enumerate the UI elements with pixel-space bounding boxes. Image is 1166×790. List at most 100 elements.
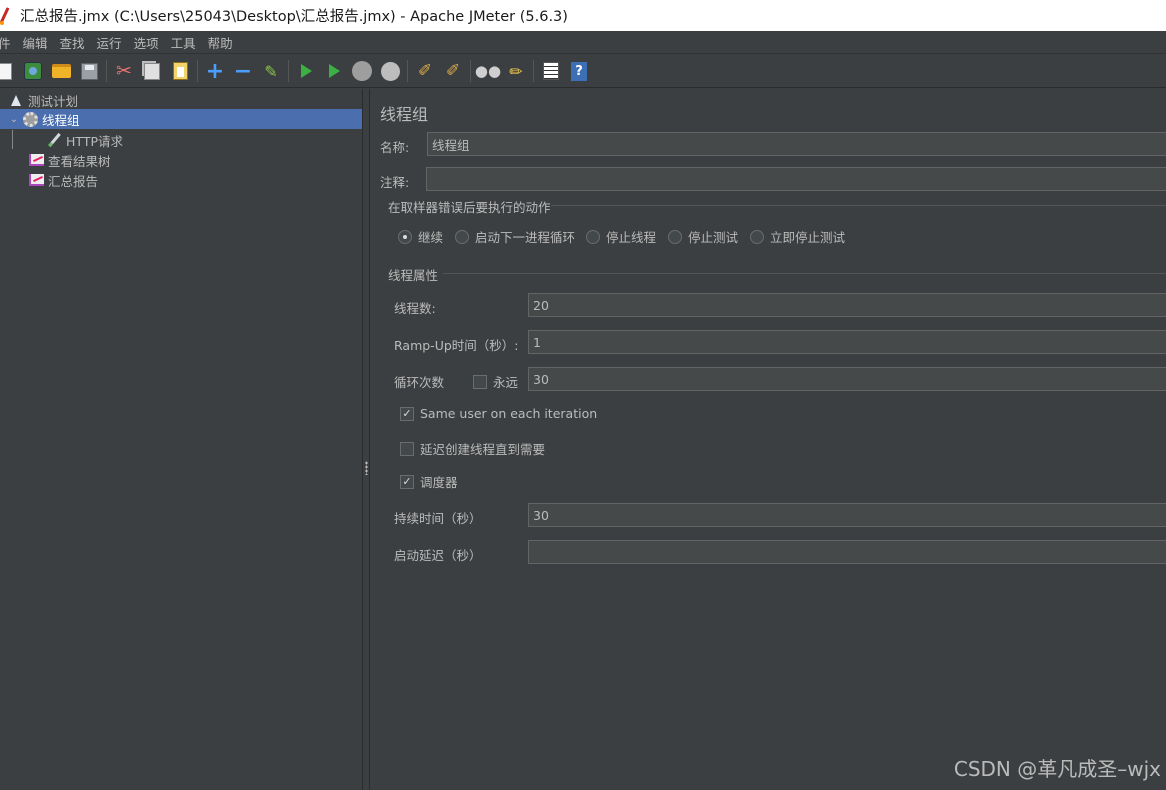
function-helper-icon[interactable] (540, 60, 562, 82)
templates-icon[interactable] (22, 60, 44, 82)
radio-label: 继续 (418, 230, 444, 245)
expand-icon[interactable]: + (204, 59, 226, 84)
test-plan-tree: 测试计划 ⌄ 线程组 HTTP请求 查看结果树 汇总报告 (0, 89, 362, 790)
startup-delay-input[interactable] (528, 540, 1166, 564)
toolbar-separator (106, 60, 107, 82)
toolbar-separator (470, 60, 471, 82)
group-border (443, 273, 1166, 274)
checkbox-label: Same user on each iteration (420, 406, 598, 421)
copy-icon[interactable] (141, 60, 163, 82)
search-icon[interactable]: ●● (475, 60, 501, 82)
save-icon[interactable] (78, 60, 100, 82)
radio-dot[interactable] (455, 229, 469, 244)
panel-title: 线程组 (380, 105, 429, 124)
clear-all-icon[interactable]: ✐ (442, 60, 464, 82)
checkbox-box[interactable] (400, 441, 414, 456)
rampup-input[interactable]: 1 (528, 330, 1166, 354)
menu-search[interactable]: 查找 (54, 33, 91, 52)
toggle-icon[interactable]: ✎ (260, 60, 282, 82)
jmeter-app-icon (0, 5, 14, 27)
tree-connector-line (12, 130, 13, 149)
cut-icon[interactable]: ✂ (113, 60, 135, 82)
radio-label: 立即停止测试 (770, 230, 846, 245)
menu-file[interactable]: 件 (0, 33, 17, 52)
tree-item-label: 测试计划 (28, 93, 79, 109)
start-icon[interactable] (295, 60, 317, 82)
duration-label: 持续时间（秒） (394, 511, 482, 526)
toolbar-separator (407, 60, 408, 82)
duration-input[interactable]: 30 (528, 503, 1166, 527)
tree-item-summary-report[interactable]: 汇总报告 (28, 170, 362, 190)
menu-options[interactable]: 选项 (128, 33, 165, 52)
checkbox-label: 永远 (493, 375, 519, 390)
chevron-down-icon[interactable]: ⌄ (8, 114, 20, 125)
loop-count-input[interactable]: 30 (528, 367, 1166, 391)
watermark: CSDN @革凡成圣–wjx (953, 757, 1161, 781)
toolbar: ✂ + − ✎ ✐ ✐ ●● ✏ ? (0, 55, 1166, 88)
name-input[interactable]: 线程组 (427, 132, 1166, 156)
graph-icon (28, 172, 44, 188)
menu-bar: 件 编辑 查找 运行 选项 工具 帮助 (0, 31, 1166, 54)
radio-dot[interactable] (668, 229, 682, 244)
radio-stop-thread[interactable]: 停止线程 (586, 227, 656, 246)
split-pane-divider[interactable] (362, 89, 370, 790)
flask-icon (8, 92, 24, 108)
loop-count-label: 循环次数 (394, 375, 445, 390)
toolbar-separator (288, 60, 289, 82)
new-icon[interactable] (0, 60, 16, 82)
checkbox-box[interactable] (473, 374, 487, 389)
graph-icon (28, 152, 44, 168)
scheduler-checkbox[interactable]: ✓ 调度器 (400, 472, 458, 491)
check-icon[interactable]: ✓ (400, 474, 414, 489)
radio-label: 启动下一进程循环 (475, 230, 576, 245)
tree-item-label: 查看结果树 (48, 153, 111, 169)
radio-label: 停止测试 (688, 230, 739, 245)
open-icon[interactable] (50, 60, 72, 82)
toolbar-separator (533, 60, 534, 82)
reset-search-icon[interactable]: ✏ (505, 60, 527, 82)
radio-label: 停止线程 (606, 230, 657, 245)
menu-tools[interactable]: 工具 (165, 33, 202, 52)
radio-continue[interactable]: 继续 (398, 227, 443, 246)
error-action-group-title: 在取样器错误后要执行的动作 (388, 200, 551, 215)
menu-edit[interactable]: 编辑 (17, 33, 54, 52)
thread-group-panel: 线程组 名称: 线程组 注释: 在取样器错误后要执行的动作 继续 启动下一进程循… (371, 89, 1166, 790)
radio-stop-test-now[interactable]: 立即停止测试 (750, 227, 845, 246)
paste-icon[interactable] (169, 60, 191, 82)
tree-item-thread-group[interactable]: ⌄ 线程组 (0, 109, 362, 129)
radio-dot[interactable] (586, 229, 600, 244)
group-border (551, 205, 1166, 206)
rampup-label: Ramp-Up时间（秒）: (394, 338, 519, 353)
name-label: 名称: (380, 140, 410, 155)
drag-handle-icon[interactable] (365, 461, 368, 475)
threads-input[interactable]: 20 (528, 293, 1166, 317)
startup-delay-label: 启动延迟（秒） (394, 548, 482, 563)
threads-label: 线程数: (394, 301, 436, 316)
tree-item-view-results-tree[interactable]: 查看结果树 (28, 150, 362, 170)
menu-help[interactable]: 帮助 (202, 33, 239, 52)
delay-thread-creation-checkbox[interactable]: 延迟创建线程直到需要 (400, 439, 545, 458)
start-no-timers-icon[interactable] (323, 60, 345, 82)
comment-input[interactable] (426, 167, 1166, 191)
stop-icon[interactable] (351, 60, 373, 82)
tree-item-label: 线程组 (42, 112, 80, 128)
shutdown-icon[interactable] (379, 60, 401, 82)
tree-item-http-request[interactable]: HTTP请求 (46, 130, 362, 150)
help-icon[interactable]: ? (568, 60, 590, 82)
tree-item-label: 汇总报告 (48, 173, 99, 189)
tree-item-test-plan[interactable]: 测试计划 (8, 90, 362, 110)
radio-start-next-loop[interactable]: 启动下一进程循环 (455, 227, 575, 246)
check-icon[interactable]: ✓ (400, 406, 414, 421)
window-title: 汇总报告.jmx (C:\Users\25043\Desktop\汇总报告.jm… (20, 9, 568, 25)
radio-dot[interactable] (750, 229, 764, 244)
checkbox-label: 延迟创建线程直到需要 (420, 442, 546, 457)
collapse-icon[interactable]: − (232, 59, 254, 84)
forever-checkbox[interactable]: 永远 (473, 372, 518, 391)
same-user-checkbox[interactable]: ✓ Same user on each iteration (400, 406, 597, 421)
clear-icon[interactable]: ✐ (414, 60, 436, 82)
toolbar-separator (197, 60, 198, 82)
menu-run[interactable]: 运行 (91, 33, 128, 52)
radio-stop-test[interactable]: 停止测试 (668, 227, 738, 246)
thread-properties-group-title: 线程属性 (388, 268, 439, 283)
radio-dot[interactable] (398, 229, 412, 244)
